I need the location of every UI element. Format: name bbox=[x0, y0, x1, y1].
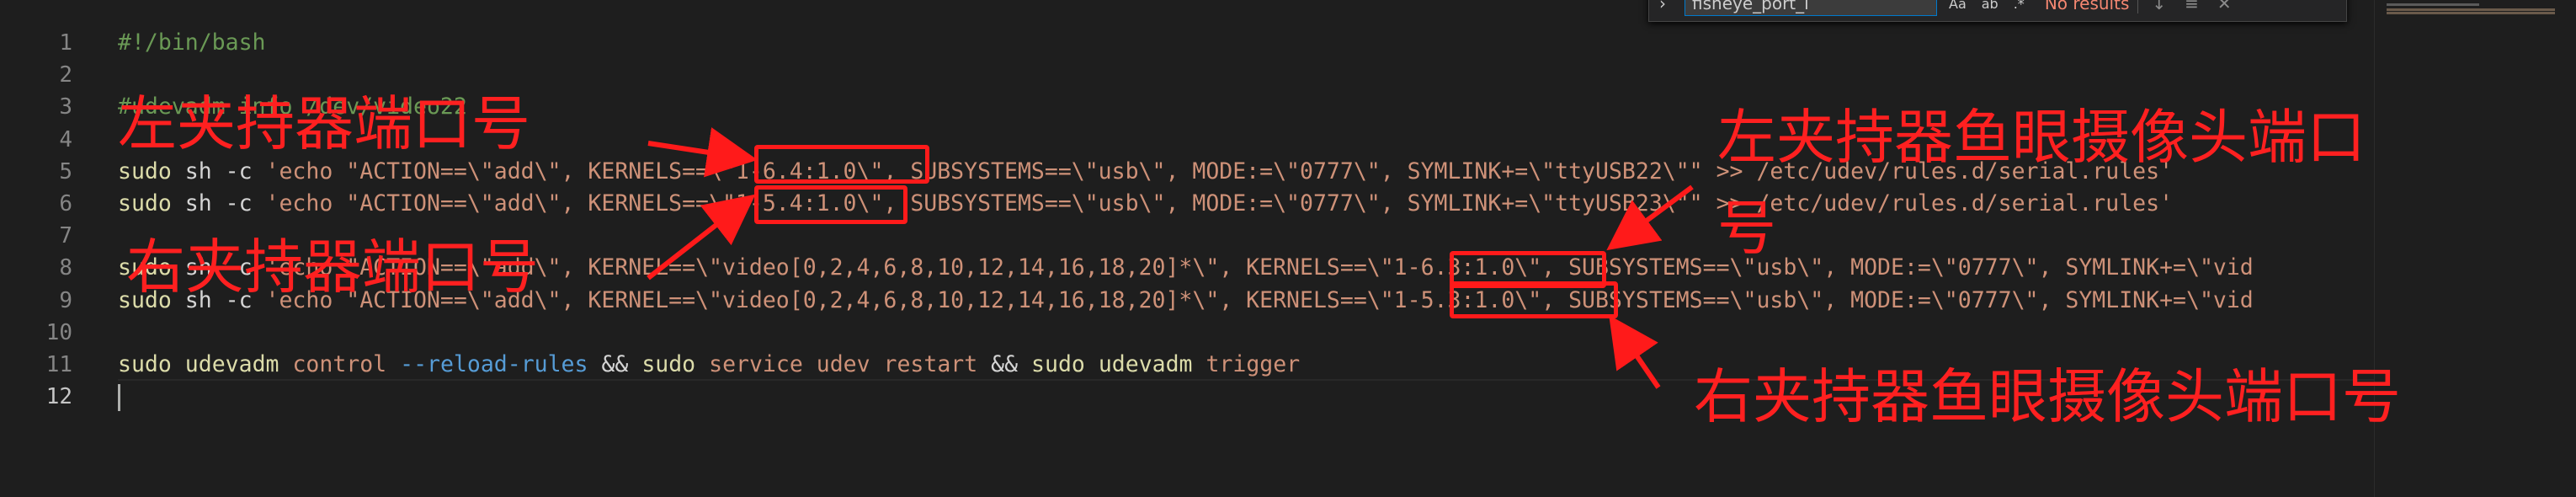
label-left-fisheye-port: 左夹持器鱼眼摄像头端口 bbox=[1717, 103, 2366, 172]
label-left-fisheye-port-cont: 号 bbox=[1717, 194, 1776, 263]
arrow-left-gripper bbox=[647, 127, 758, 178]
arrow-left-fisheye bbox=[1606, 184, 1694, 251]
label-right-gripper-port: 右夹持器端口号 bbox=[126, 232, 539, 302]
arrow-right-fisheye bbox=[1609, 315, 1661, 389]
arrow-right-gripper bbox=[647, 194, 756, 281]
label-right-fisheye-port: 右夹持器鱼眼摄像头端口号 bbox=[1694, 362, 2401, 431]
label-left-gripper-port: 左夹持器端口号 bbox=[118, 89, 530, 158]
